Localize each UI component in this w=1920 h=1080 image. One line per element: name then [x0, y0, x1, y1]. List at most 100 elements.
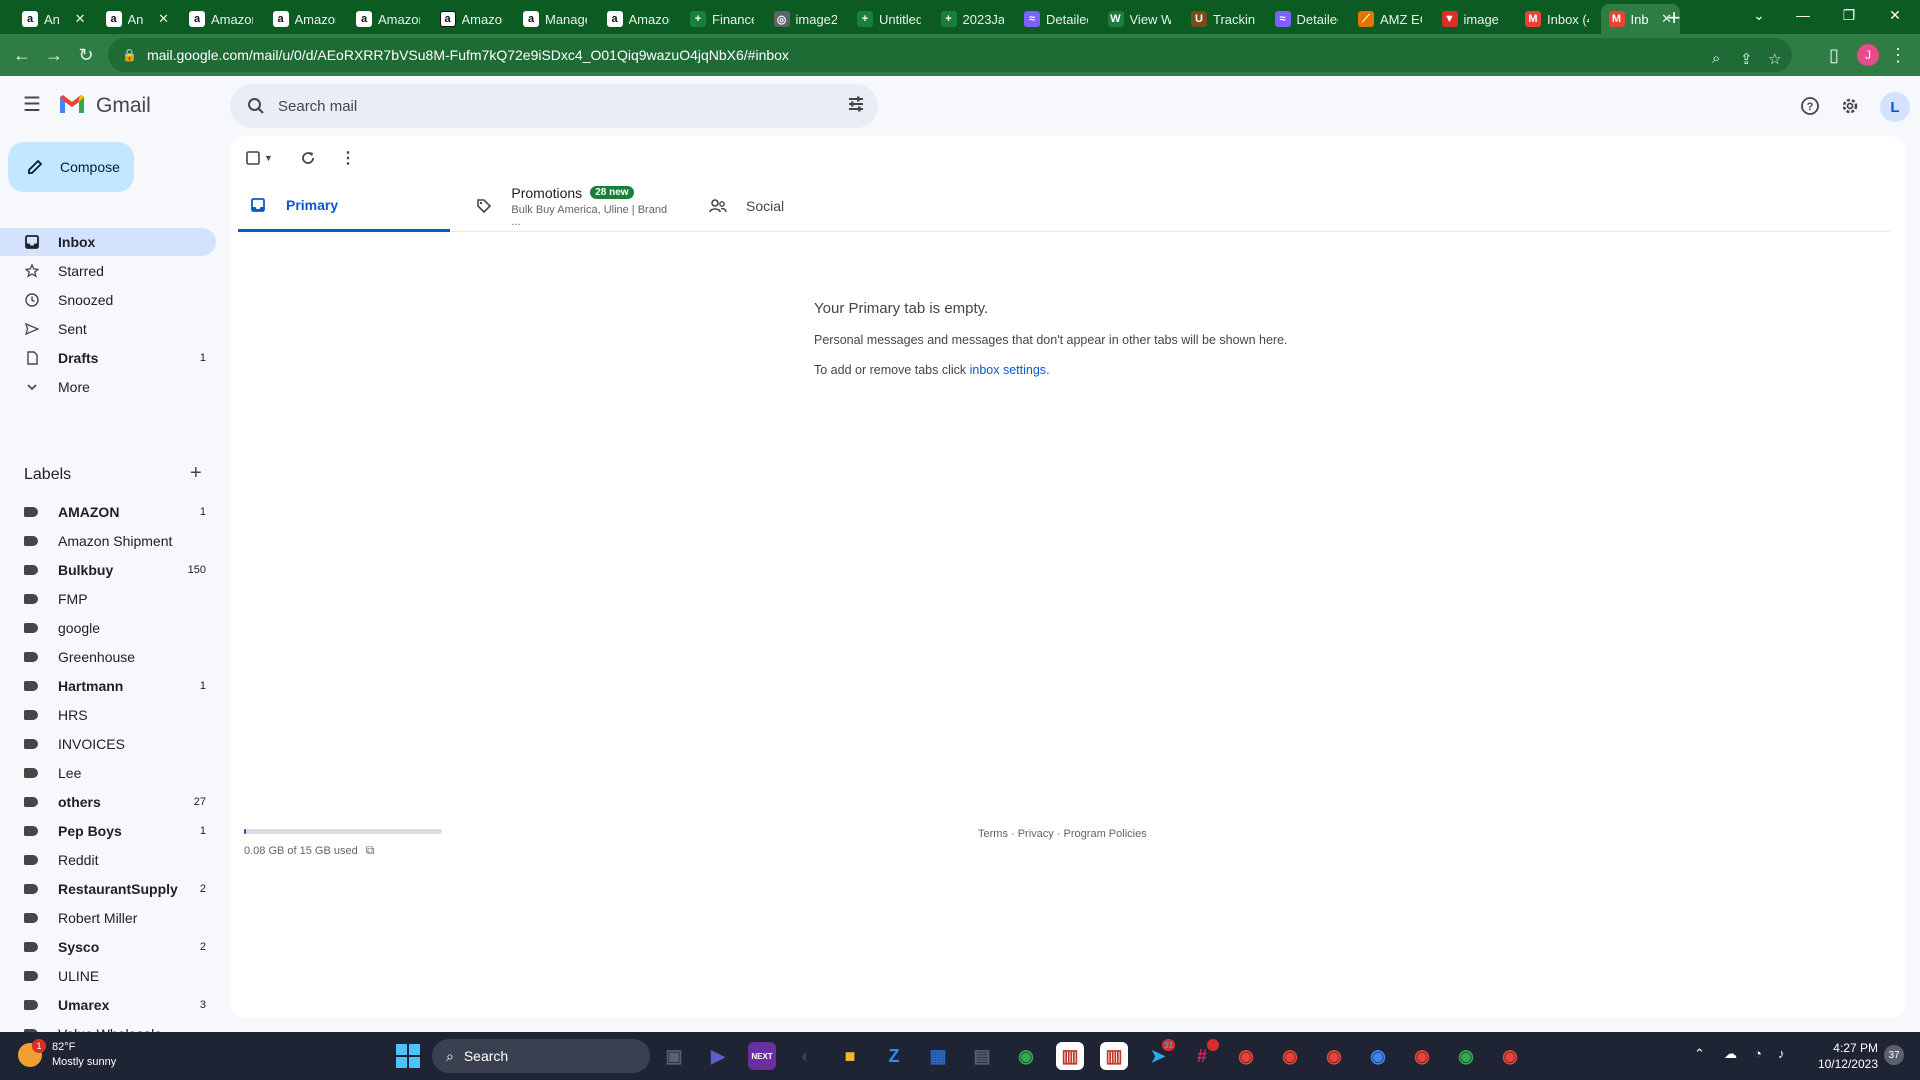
browser-tab[interactable]: ⟋ AMZ EC: [1350, 4, 1430, 34]
label-item[interactable]: ULINE: [0, 962, 216, 990]
start-windows-icon[interactable]: [396, 1044, 420, 1068]
browser-tab[interactable]: a Amazon: [432, 4, 512, 34]
taskbar-search[interactable]: ⌕ Search: [432, 1039, 650, 1073]
taskbar-chrome-b-icon[interactable]: ◉: [1232, 1042, 1260, 1070]
browser-tab[interactable]: M Inbox (4: [1517, 4, 1597, 34]
more-options-icon[interactable]: ⋮: [340, 146, 356, 170]
browser-tab[interactable]: a Amazon: [348, 4, 428, 34]
browser-profile-avatar[interactable]: J: [1857, 44, 1879, 66]
taskbar-chrome-c-icon[interactable]: ◉: [1276, 1042, 1304, 1070]
wifi-icon[interactable]: ◔: [1754, 1046, 1762, 1061]
browser-tab[interactable]: ◎ image2: [766, 4, 846, 34]
browser-tab[interactable]: ≈ Detailed: [1267, 4, 1347, 34]
restore-button[interactable]: ❐: [1826, 0, 1872, 30]
account-avatar[interactable]: L: [1880, 92, 1910, 122]
taskbar-calculator-icon[interactable]: ▤: [968, 1042, 996, 1070]
tab-primary[interactable]: Primary: [238, 180, 450, 232]
close-tab-icon[interactable]: ✕: [75, 11, 86, 27]
zoom-icon[interactable]: ⌕: [1712, 50, 1720, 67]
sidebar-item-sent[interactable]: Sent: [0, 315, 216, 343]
minimize-button[interactable]: —: [1780, 0, 1826, 30]
forward-icon[interactable]: →: [40, 41, 68, 69]
label-item[interactable]: HRS: [0, 701, 216, 729]
help-icon[interactable]: ?: [1796, 92, 1824, 120]
main-menu-icon[interactable]: ☰: [20, 92, 44, 116]
refresh-icon[interactable]: [300, 146, 316, 170]
weather-widget[interactable]: 1 82°F Mostly sunny: [18, 1039, 116, 1070]
select-dropdown-icon[interactable]: ▼: [264, 153, 273, 163]
browser-tab[interactable]: W View W: [1100, 4, 1180, 34]
tab-social[interactable]: Social: [698, 180, 898, 232]
compose-button[interactable]: Compose: [8, 142, 134, 192]
inbox-settings-link[interactable]: inbox settings: [970, 363, 1046, 377]
notification-count-badge[interactable]: 37: [1884, 1045, 1904, 1065]
taskbar-task-view-icon[interactable]: ▣: [660, 1042, 688, 1070]
label-item[interactable]: Robert Miller: [0, 904, 216, 932]
taskbar-telegram-icon[interactable]: ➤ 31: [1144, 1039, 1175, 1070]
taskbar-calendar-icon[interactable]: ▦: [924, 1042, 952, 1070]
select-checkbox[interactable]: ▼: [246, 146, 273, 170]
system-clock[interactable]: 4:27 PM 10/12/2023: [1806, 1040, 1878, 1072]
label-item[interactable]: AMAZON 1: [0, 498, 216, 526]
label-item[interactable]: Pep Boys 1: [0, 817, 216, 845]
add-label-icon[interactable]: +: [190, 462, 202, 485]
browser-tab[interactable]: + Untitled: [849, 4, 929, 34]
open-external-icon[interactable]: ⧉: [366, 843, 375, 858]
taskbar-teams-icon[interactable]: ▶: [704, 1042, 732, 1070]
taskbar-chrome-e-icon[interactable]: ◉: [1364, 1042, 1392, 1070]
browser-tab[interactable]: +2023Jan: [933, 4, 1013, 34]
label-item[interactable]: Hartmann 1: [0, 672, 216, 700]
address-url[interactable]: mail.google.com/mail/u/0/d/AEoRXRR7bVSu8…: [147, 47, 789, 63]
bookmark-star-icon[interactable]: ☆: [1768, 50, 1781, 68]
label-item[interactable]: google: [0, 614, 216, 642]
footer-links[interactable]: Terms · Privacy · Program Policies: [978, 828, 1147, 840]
browser-tab[interactable]: + Finance: [682, 4, 762, 34]
browser-tab[interactable]: a An ✕: [98, 4, 178, 34]
back-icon[interactable]: ←: [8, 41, 36, 69]
browser-tab[interactable]: ≈ Detailed: [1016, 4, 1096, 34]
tab-search-icon[interactable]: ⌄: [1736, 0, 1782, 30]
sidebar-item-more[interactable]: More: [0, 373, 216, 401]
taskbar-chrome-h-icon[interactable]: ◉: [1496, 1042, 1524, 1070]
label-item[interactable]: Lee: [0, 759, 216, 787]
taskbar-app-circle-icon[interactable]: ◐: [792, 1042, 820, 1070]
label-item[interactable]: Umarex 3: [0, 991, 216, 1019]
taskbar-next-icon[interactable]: NEXT: [748, 1042, 776, 1070]
reload-icon[interactable]: ↻: [72, 41, 100, 69]
taskbar-chrome-d-icon[interactable]: ◉: [1320, 1042, 1348, 1070]
taskbar-chrome-f-icon[interactable]: ◉: [1408, 1042, 1436, 1070]
label-item[interactable]: others 27: [0, 788, 216, 816]
gmail-logo-icon[interactable]: [58, 93, 86, 115]
label-item[interactable]: Amazon Shipment: [0, 527, 216, 555]
taskbar-file-explorer-icon[interactable]: ■: [836, 1042, 864, 1070]
label-item[interactable]: Bulkbuy 150: [0, 556, 216, 584]
sidebar-item-drafts[interactable]: Drafts 1: [0, 344, 216, 372]
side-panel-icon[interactable]: ▯: [1820, 41, 1848, 69]
browser-tab[interactable]: a Amazon: [599, 4, 679, 34]
browser-tab[interactable]: U Tracking: [1183, 4, 1263, 34]
taskbar-chrome-g-icon[interactable]: ◉: [1452, 1042, 1480, 1070]
label-item[interactable]: Greenhouse: [0, 643, 216, 671]
settings-gear-icon[interactable]: [1836, 92, 1864, 120]
browser-tab[interactable]: ▼ image: [1434, 4, 1514, 34]
taskbar-chart-app-b-icon[interactable]: ▥: [1100, 1042, 1128, 1070]
sidebar-item-snoozed[interactable]: Snoozed: [0, 286, 216, 314]
browser-tab[interactable]: a Amazon: [181, 4, 261, 34]
tab-promotions[interactable]: Promotions 28 new Bulk Buy America, Ulin…: [464, 180, 674, 232]
sidebar-item-starred[interactable]: Starred: [0, 257, 216, 285]
label-item[interactable]: RestaurantSupply 2: [0, 875, 216, 903]
sidebar-item-inbox[interactable]: Inbox: [0, 228, 216, 256]
label-item[interactable]: Reddit: [0, 846, 216, 874]
tray-chevron-icon[interactable]: ⌃: [1694, 1046, 1705, 1062]
taskbar-slack-icon[interactable]: #1: [1188, 1039, 1219, 1070]
label-item[interactable]: INVOICES: [0, 730, 216, 758]
browser-tab[interactable]: a Amazon: [265, 4, 345, 34]
browser-menu-icon[interactable]: ⋮: [1884, 41, 1912, 69]
label-item[interactable]: Sysco 2: [0, 933, 216, 961]
taskbar-zoom-icon[interactable]: Z: [880, 1042, 908, 1070]
volume-icon[interactable]: ♪: [1778, 1046, 1785, 1061]
share-icon[interactable]: ⇪: [1740, 50, 1753, 68]
onedrive-cloud-icon[interactable]: ☁: [1724, 1046, 1737, 1062]
browser-tab[interactable]: a Manage: [515, 4, 595, 34]
close-tab-icon[interactable]: ✕: [158, 11, 169, 27]
